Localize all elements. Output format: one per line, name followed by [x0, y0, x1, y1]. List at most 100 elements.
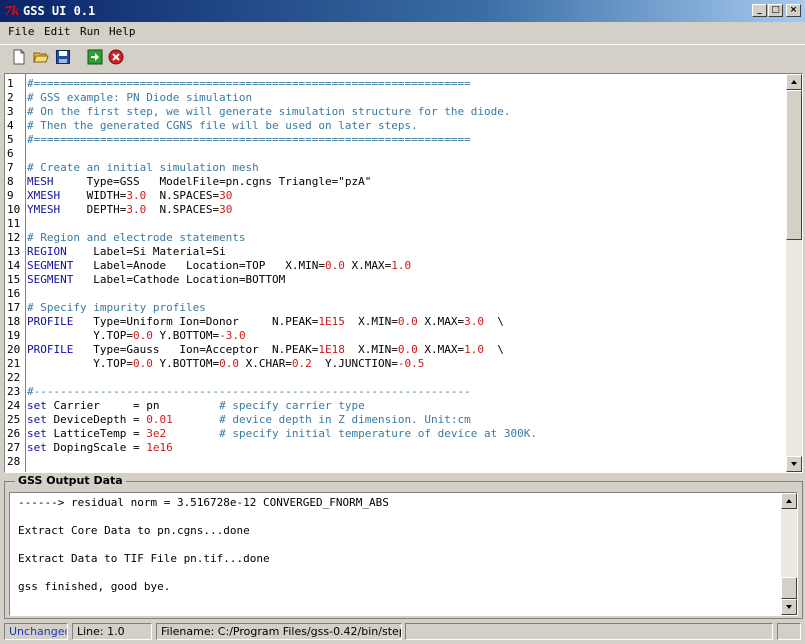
code-line[interactable]: set DopingScale = 1e16: [27, 441, 173, 455]
line-number: 19: [7, 329, 21, 342]
code-line[interactable]: REGION Label=Si Material=Si: [27, 245, 226, 259]
code-text: X.MAX=: [344, 259, 392, 272]
close-button[interactable]: ×: [786, 4, 801, 17]
code-text: X.CHAR=: [238, 357, 292, 370]
code-line[interactable]: #=======================================…: [27, 77, 471, 91]
code-comment: #---------------------------------------…: [27, 385, 471, 398]
code-comment: # Region and electrode statements: [27, 231, 246, 244]
output-text-area[interactable]: ------> residual norm = 3.516728e-12 CON…: [9, 492, 798, 616]
line-number: 10: [7, 203, 21, 216]
menu-edit[interactable]: Edit: [44, 25, 71, 38]
code-line[interactable]: set DeviceDepth = 0.01 # device depth in…: [27, 413, 471, 427]
code-line[interactable]: # Specify impurity profiles: [27, 301, 206, 315]
scroll-down-button[interactable]: [786, 456, 802, 472]
line-number: 15: [7, 273, 21, 286]
open-folder-icon[interactable]: [33, 49, 51, 67]
code-line[interactable]: # GSS example: PN Diode simulation: [27, 91, 252, 105]
run-arrow-icon[interactable]: [87, 49, 105, 67]
line-number: 28: [7, 455, 21, 468]
code-line[interactable]: SEGMENT Label=Cathode Location=BOTTOM: [27, 273, 285, 287]
code-keyword: XMESH: [27, 189, 61, 202]
code-text: DEPTH=: [60, 203, 127, 216]
line-number-gutter: 1 2 3 4 5 6 7 8 9 10 11 12 13 14 15 16 17 18 19 20 21 22 23 24 2…: [5, 74, 26, 472]
code-line[interactable]: SEGMENT Label=Anode Location=TOP X.MIN=0…: [27, 259, 411, 273]
output-line: gss finished, good bye.: [18, 580, 171, 593]
line-number: 26: [7, 427, 21, 440]
new-file-icon[interactable]: [11, 49, 29, 67]
code-comment: # GSS example: PN Diode simulation: [27, 91, 253, 104]
scroll-up-button[interactable]: [786, 74, 802, 90]
code-number: 3e2: [146, 427, 167, 440]
code-keyword: PROFILE: [27, 315, 74, 328]
code-line[interactable]: #=======================================…: [27, 133, 471, 147]
code-line[interactable]: PROFILE Type=Uniform Ion=Donor N.PEAK=1E…: [27, 315, 504, 329]
line-number: 23: [7, 385, 21, 398]
output-group: GSS Output Data ------> residual norm = …: [4, 474, 803, 619]
output-scroll-up-button[interactable]: [781, 493, 797, 509]
code-area[interactable]: #=======================================…: [27, 74, 787, 472]
code-comment: #=======================================…: [27, 77, 471, 90]
scroll-thumb[interactable]: [786, 90, 802, 240]
code-text: Carrier = pn: [46, 399, 220, 412]
code-number: 0.2: [291, 357, 312, 370]
line-number: 18: [7, 315, 21, 328]
status-grip: [777, 623, 801, 640]
code-text: Y.TOP=: [27, 357, 133, 370]
output-scroll-down-button[interactable]: [781, 599, 797, 615]
menu-bar: File Edit Run Help: [0, 22, 805, 42]
code-line[interactable]: # Then the generated CGNS file will be u…: [27, 119, 418, 133]
toolbar: [0, 44, 805, 71]
code-text: \: [484, 343, 504, 356]
code-line[interactable]: XMESH WIDTH=3.0 N.SPACES=30: [27, 189, 232, 203]
line-number: 21: [7, 357, 21, 370]
code-number: 1E15: [318, 315, 345, 328]
code-editor[interactable]: 1 2 3 4 5 6 7 8 9 10 11 12 13 14 15 16 17 18 19 20 21 22 23 24 2…: [4, 73, 803, 473]
code-line[interactable]: Y.TOP=0.0 Y.BOTTOM=-3.0: [27, 329, 245, 343]
menu-help[interactable]: Help: [109, 25, 136, 38]
code-comment: # Specify impurity profiles: [27, 301, 206, 314]
code-line[interactable]: # On the first step, we will generate si…: [27, 105, 510, 119]
code-keyword: YMESH: [27, 203, 61, 216]
code-number: 3.0: [126, 203, 147, 216]
status-bar: Unchanged Line: 1.0 Filename: C:/Program…: [0, 622, 805, 642]
code-number: 0.0: [397, 315, 418, 328]
editor-scrollbar[interactable]: [786, 74, 802, 472]
status-extra: [405, 623, 773, 640]
code-comment: # Then the generated CGNS file will be u…: [27, 119, 418, 132]
code-line[interactable]: MESH Type=GSS ModelFile=pn.cgns Triangle…: [27, 175, 371, 189]
line-number: 27: [7, 441, 21, 454]
code-text: N.SPACES=: [146, 203, 220, 216]
code-number: 0.0: [219, 357, 239, 370]
arrow-up-icon: [791, 80, 797, 84]
code-line[interactable]: Y.TOP=0.0 Y.BOTTOM=0.0 X.CHAR=0.2 Y.JUNC…: [27, 357, 424, 371]
code-text: Type=GSS ModelFile=pn.cgns Triangle="pzA…: [53, 175, 372, 188]
arrow-down-icon: [786, 605, 792, 609]
code-number: 3.0: [464, 315, 484, 328]
stop-icon[interactable]: [108, 49, 126, 67]
code-number: 0.01: [146, 413, 173, 426]
code-line[interactable]: YMESH DEPTH=3.0 N.SPACES=30: [27, 203, 232, 217]
code-line[interactable]: # Create an initial simulation mesh: [27, 161, 259, 175]
line-number: 25: [7, 413, 21, 426]
code-keyword: set: [27, 399, 47, 412]
line-number: 24: [7, 399, 21, 412]
code-text: Y.TOP=: [27, 329, 133, 342]
output-line: Extract Core Data to pn.cgns...done: [18, 524, 250, 537]
save-icon[interactable]: [55, 49, 73, 67]
code-line[interactable]: # Region and electrode statements: [27, 231, 246, 245]
maximize-button[interactable]: □: [768, 4, 783, 17]
code-line[interactable]: set LatticeTemp = 3e2 # specify initial …: [27, 427, 537, 441]
code-number: 0.0: [397, 343, 418, 356]
minimize-button[interactable]: _: [752, 4, 767, 17]
code-line[interactable]: #---------------------------------------…: [27, 385, 471, 399]
code-keyword: set: [27, 427, 47, 440]
code-number: 1.0: [464, 343, 484, 356]
output-scrollbar[interactable]: [781, 493, 797, 615]
code-line[interactable]: set Carrier = pn # specify carrier type: [27, 399, 365, 413]
output-scroll-thumb[interactable]: [781, 577, 797, 599]
menu-run[interactable]: Run: [80, 25, 100, 38]
code-comment: # Create an initial simulation mesh: [27, 161, 259, 174]
code-line[interactable]: PROFILE Type=Gauss Ion=Acceptor N.PEAK=1…: [27, 343, 504, 357]
menu-file[interactable]: File: [8, 25, 35, 38]
